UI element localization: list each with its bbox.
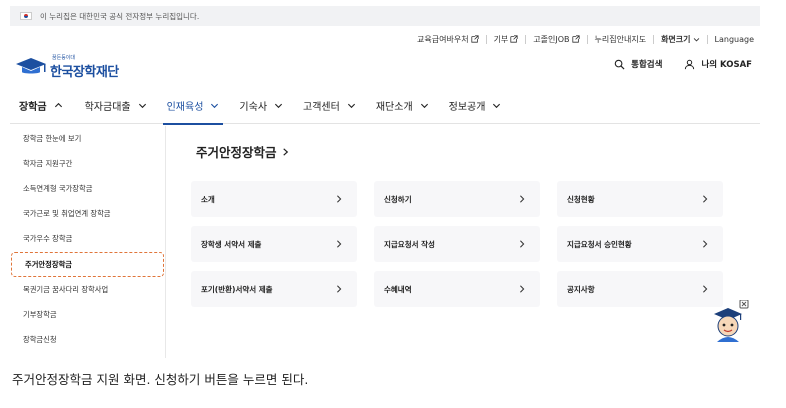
gov-banner-text: 이 누리집은 대한민국 공식 전자정부 누리집입니다. <box>40 11 200 21</box>
chevron-down-icon <box>211 103 219 109</box>
util-separator <box>525 34 527 44</box>
gnb-item-about[interactable]: 재단소개 <box>372 88 433 124</box>
gnb-label: 인재육성 <box>166 102 204 113</box>
card-pledge-submit[interactable]: 장학생 서약서 제출 <box>191 226 357 262</box>
gnb-label: 고객센터 <box>303 102 340 113</box>
util-link-voucher[interactable]: 교육급여바우처 <box>417 34 479 45</box>
global-nav: 장학금 학자금대출 인재육성 기숙사 고객센터 재단소개 정보공개 <box>10 88 760 125</box>
chevron-right-icon <box>337 285 342 293</box>
card-status[interactable]: 신청현황 <box>557 181 723 217</box>
util-link-label: 기부 <box>493 34 509 44</box>
chevron-right-icon <box>703 285 708 293</box>
util-separator <box>653 34 655 44</box>
chevron-right-icon <box>337 240 342 248</box>
logo-subtext: 꿈든등이대 <box>52 55 76 61</box>
search-label: 통합검색 <box>631 60 663 70</box>
logo-name: 한국장학재단 <box>50 65 119 80</box>
sidebar-item-selected[interactable]: 주거안정장학금 <box>11 251 164 278</box>
card-waiver-submit[interactable]: 포기(반환)서약서 제출 <box>191 271 357 307</box>
utility-links: 교육급여바우처 기부 고졸인JOB 누리집안내지도 화면크기 Language <box>417 30 754 48</box>
util-link-donation[interactable]: 기부 <box>494 34 519 45</box>
sidebar-item[interactable]: 복권기금 꿈사다리 장학사업 <box>10 277 165 302</box>
image-caption: 주거안정장학금 지원 화면. 신청하기 버튼을 누르면 된다. <box>12 372 309 387</box>
mypage-label: 나의 KOSAF <box>701 60 752 70</box>
card-payment-request[interactable]: 지급요청서 작성 <box>374 226 540 262</box>
chevron-down-icon <box>420 103 428 109</box>
gnb-item-loan[interactable]: 학자금대출 <box>81 88 151 124</box>
gnb-label: 재단소개 <box>375 102 413 113</box>
card-label: 소개 <box>201 194 215 204</box>
util-separator <box>586 34 588 44</box>
search-icon <box>614 59 625 70</box>
header-actions: 통합검색 나의 KOSAF <box>614 58 752 70</box>
card-label: 신청현황 <box>567 194 595 204</box>
card-approval-status[interactable]: 지급요청서 승인현황 <box>557 226 723 262</box>
page-title-text: 주거안정장학금 <box>196 145 277 160</box>
util-separator <box>485 34 487 44</box>
sidebar-item[interactable]: 학자금 지원구간 <box>10 151 165 176</box>
gnb-item-disclosure[interactable]: 정보공개 <box>445 88 506 124</box>
card-label: 지급요청서 승인현황 <box>567 239 632 249</box>
card-label: 신청하기 <box>384 194 412 204</box>
card-benefit-history[interactable]: 수혜내역 <box>374 271 540 307</box>
site-logo[interactable]: 꿈든등이대 한국장학재단 <box>14 54 119 80</box>
gnb-item-customer-center[interactable]: 고객센터 <box>299 88 360 124</box>
sidebar-item[interactable]: 기부장학금 <box>10 302 165 327</box>
page-frame: 이 누리집은 대한민국 공식 전자정부 누리집입니다. 교육급여바우처 기부 고… <box>10 6 760 358</box>
korea-flag-icon <box>20 12 32 20</box>
chevron-down-icon <box>347 103 355 109</box>
chevron-right-icon <box>282 147 288 156</box>
util-link-label: 고졸인JOB <box>533 34 570 44</box>
util-link-job[interactable]: 고졸인JOB <box>533 34 580 45</box>
util-separator <box>706 34 708 44</box>
sidebar-item[interactable]: 장학금 한눈에 보기 <box>10 126 165 151</box>
gov-banner: 이 누리집은 대한민국 공식 전자정부 누리집입니다. <box>10 6 760 26</box>
sidebar-menu: 장학금 한눈에 보기 학자금 지원구간 소득연계형 국가장학금 국가근로 및 취… <box>10 126 166 358</box>
gnb-label: 학자금대출 <box>84 102 131 113</box>
util-link-label: 교육급여바우처 <box>417 34 469 44</box>
language-link[interactable]: Language <box>715 35 754 44</box>
card-intro[interactable]: 소개 <box>191 181 357 217</box>
sidebar-item[interactable]: 소득연계형 국가장학금 <box>10 176 165 201</box>
sidebar-item[interactable]: 장학금신청 <box>10 328 165 353</box>
gnb-item-talent[interactable]: 인재육성 <box>162 88 224 125</box>
chevron-right-icon <box>703 240 708 248</box>
gnb-label: 기숙사 <box>239 102 268 113</box>
chevron-right-icon <box>520 195 525 203</box>
chevron-down-icon <box>493 103 501 109</box>
card-label: 수혜내역 <box>384 284 412 294</box>
util-link-sitemap[interactable]: 누리집안내지도 <box>595 34 647 45</box>
integrated-search-button[interactable]: 통합검색 <box>614 58 662 70</box>
my-kosaf-button[interactable]: 나의 KOSAF <box>684 58 752 70</box>
chevron-right-icon <box>520 285 525 293</box>
external-link-icon <box>470 35 479 43</box>
chevron-down-icon <box>274 103 283 109</box>
card-label: 장학생 서약서 제출 <box>201 239 262 249</box>
chevron-up-icon <box>54 102 62 108</box>
gnb-item-dormitory[interactable]: 기숙사 <box>235 88 287 124</box>
external-link-icon <box>571 35 580 43</box>
gnb-item-scholarship[interactable]: 장학금 <box>15 88 67 124</box>
user-icon <box>685 59 695 69</box>
page-title: 주거안정장학금 <box>196 142 290 161</box>
gnb-label: 정보공개 <box>448 102 486 113</box>
chevron-right-icon <box>337 195 342 203</box>
card-notice[interactable]: 공지사항 <box>557 271 723 307</box>
util-link-label: 화면크기 <box>661 34 691 44</box>
card-label: 포기(반환)서약서 제출 <box>201 284 273 294</box>
graduation-cap-logo-icon <box>16 58 46 74</box>
gnb-label: 장학금 <box>19 102 47 113</box>
card-label: 공지사항 <box>567 284 595 294</box>
card-apply[interactable]: 신청하기 <box>374 181 540 217</box>
chevron-down-icon <box>138 103 146 109</box>
chevron-right-icon <box>703 195 708 203</box>
chevron-right-icon <box>520 240 525 248</box>
sidebar-item[interactable]: 국가근로 및 취업연계 장학금 <box>10 202 165 227</box>
external-link-icon <box>510 35 518 43</box>
sidebar-item[interactable]: 국가우수 장학금 <box>10 227 165 252</box>
font-size-dropdown[interactable]: 화면크기 <box>661 34 699 45</box>
chatbot-mascot-icon[interactable] <box>708 300 752 346</box>
chevron-down-icon <box>693 37 699 42</box>
card-label: 지급요청서 작성 <box>384 239 435 249</box>
